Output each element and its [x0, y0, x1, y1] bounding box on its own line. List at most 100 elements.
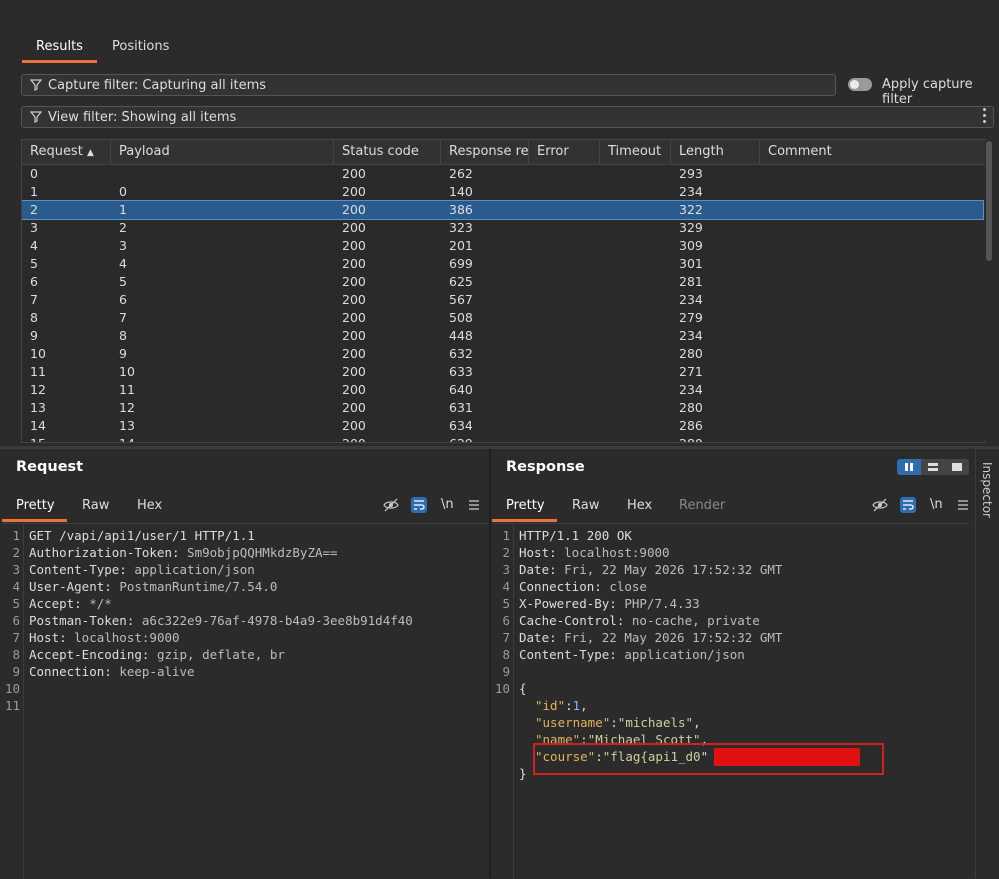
table-cell: 309 [679, 238, 703, 253]
tab-results[interactable]: Results [36, 39, 83, 54]
capture-filter-bar[interactable]: Capture filter: Capturing all items [21, 74, 836, 96]
line-number: 10 [494, 681, 510, 696]
table-cell: 4 [30, 238, 38, 253]
header-value: close [609, 579, 647, 594]
code-line: Date: Fri, 22 May 2026 17:52:32 GMT [519, 630, 782, 645]
table-cell: 200 [342, 256, 366, 271]
table-row[interactable]: 15 14 200 629 280 [22, 435, 983, 442]
column-header-response-received[interactable]: Response re... [441, 140, 529, 164]
table-row[interactable]: 14 13 200 634 286 [22, 417, 983, 435]
view-filter-bar[interactable]: View filter: Showing all items [21, 106, 994, 128]
column-header-request[interactable]: Request ▲ [22, 140, 111, 164]
code-line: User-Agent: PostmanRuntime/7.54.0 [29, 579, 277, 594]
response-line-gutter [493, 524, 514, 879]
layout-toggle[interactable] [897, 459, 969, 475]
response-tab-pretty[interactable]: Pretty [506, 498, 545, 513]
table-row[interactable]: 10 9 200 632 280 [22, 345, 983, 363]
table-row[interactable]: 0 200 262 293 [22, 165, 983, 183]
table-cell: 200 [342, 346, 366, 361]
table-row[interactable]: 4 3 200 201 309 [22, 237, 983, 255]
table-cell: 6 [30, 274, 38, 289]
header-name: Content-Type: [29, 562, 135, 577]
table-cell: 632 [449, 346, 473, 361]
column-header-comment[interactable]: Comment [760, 140, 985, 164]
response-editor[interactable]: 1 HTTP/1.1 200 OK 2 Host: localhost:9000 3 Da… [493, 523, 969, 879]
response-tab-raw[interactable]: Raw [572, 498, 599, 513]
table-row[interactable]: 5 4 200 699 301 [22, 255, 983, 273]
layout-side-by-side-icon[interactable] [897, 459, 921, 475]
header-value: localhost:9000 [564, 545, 670, 560]
column-header-error[interactable]: Error [529, 140, 600, 164]
table-row[interactable]: 13 12 200 631 280 [22, 399, 983, 417]
tab-positions[interactable]: Positions [112, 39, 169, 54]
header-value: keep-alive [119, 664, 195, 679]
request-editor[interactable]: 1 GET /vapi/api1/user/1 HTTP/1.1 2 Authoriz… [3, 523, 489, 879]
menu-icon[interactable] [466, 497, 482, 513]
header-name: Accept: [29, 596, 90, 611]
table-cell: 4 [119, 256, 127, 271]
table-row[interactable]: 11 10 200 633 271 [22, 363, 983, 381]
menu-icon[interactable] [955, 497, 971, 513]
table-row[interactable]: 9 8 200 448 234 [22, 327, 983, 345]
response-tab-hex[interactable]: Hex [627, 498, 652, 513]
hide-nonprintable-icon[interactable] [872, 497, 888, 513]
json-sep: : [565, 698, 573, 713]
header-name: User-Agent: [29, 579, 120, 594]
table-cell: 200 [342, 382, 366, 397]
line-number: 7 [12, 630, 20, 645]
column-header-timeout[interactable]: Timeout [600, 140, 671, 164]
column-header-length[interactable]: Length [671, 140, 760, 164]
line-number: 3 [502, 562, 510, 577]
code-line: Content-Type: application/json [29, 562, 255, 577]
code-line: GET /vapi/api1/user/1 HTTP/1.1 [29, 528, 255, 543]
json-line: "username":"michaels", [535, 715, 701, 730]
code-line: Connection: close [519, 579, 647, 594]
table-row[interactable]: 12 11 200 640 234 [22, 381, 983, 399]
response-tab-render[interactable]: Render [679, 498, 725, 513]
table-cell: 386 [449, 202, 473, 217]
table-cell: 301 [679, 256, 703, 271]
table-row[interactable]: 8 7 200 508 279 [22, 309, 983, 327]
request-tab-pretty[interactable]: Pretty [16, 498, 55, 513]
table-row[interactable]: 6 5 200 625 281 [22, 273, 983, 291]
line-number: 6 [502, 613, 510, 628]
table-row[interactable]: 2 1 200 386 322 [22, 200, 984, 220]
header-name: Cache-Control: [519, 613, 632, 628]
inspector-tab[interactable]: Inspector [980, 462, 994, 518]
table-cell: 200 [342, 310, 366, 325]
table-scrollbar-thumb[interactable] [986, 141, 992, 261]
apply-capture-filter-toggle[interactable] [848, 78, 872, 91]
table-cell: 234 [679, 328, 703, 343]
table-row[interactable]: 3 2 200 323 329 [22, 219, 983, 237]
header-name: X-Powered-By: [519, 596, 625, 611]
line-number: 8 [502, 647, 510, 662]
hide-nonprintable-icon[interactable] [383, 497, 399, 513]
table-header: Request ▲ Payload Status code Response r… [22, 140, 985, 165]
table-cell: 508 [449, 310, 473, 325]
table-row[interactable]: 1 0 200 140 234 [22, 183, 983, 201]
request-tab-hex[interactable]: Hex [137, 498, 162, 513]
more-options-icon[interactable] [983, 108, 987, 124]
word-wrap-icon[interactable] [411, 497, 427, 513]
table-cell: 280 [679, 400, 703, 415]
word-wrap-icon[interactable] [900, 497, 916, 513]
layout-tabs-icon[interactable] [945, 459, 969, 475]
vertical-splitter[interactable] [489, 449, 491, 878]
table-cell: 10 [30, 346, 46, 361]
table-cell: 633 [449, 364, 473, 379]
newline-toggle-icon[interactable]: \n [441, 497, 454, 512]
table-cell: 200 [342, 220, 366, 235]
column-header-status-code[interactable]: Status code [334, 140, 441, 164]
line-number: 1 [12, 528, 20, 543]
table-cell: 200 [342, 202, 366, 217]
layout-stacked-icon[interactable] [921, 459, 945, 475]
table-cell: 640 [449, 382, 473, 397]
table-row[interactable]: 7 6 200 567 234 [22, 291, 983, 309]
column-header-payload[interactable]: Payload [111, 140, 334, 164]
line-number: 5 [502, 596, 510, 611]
header-value: no-cache, private [631, 613, 760, 628]
newline-toggle-icon[interactable]: \n [930, 497, 943, 512]
horizontal-splitter[interactable] [0, 446, 999, 449]
request-tab-raw[interactable]: Raw [82, 498, 109, 513]
line-number: 3 [12, 562, 20, 577]
